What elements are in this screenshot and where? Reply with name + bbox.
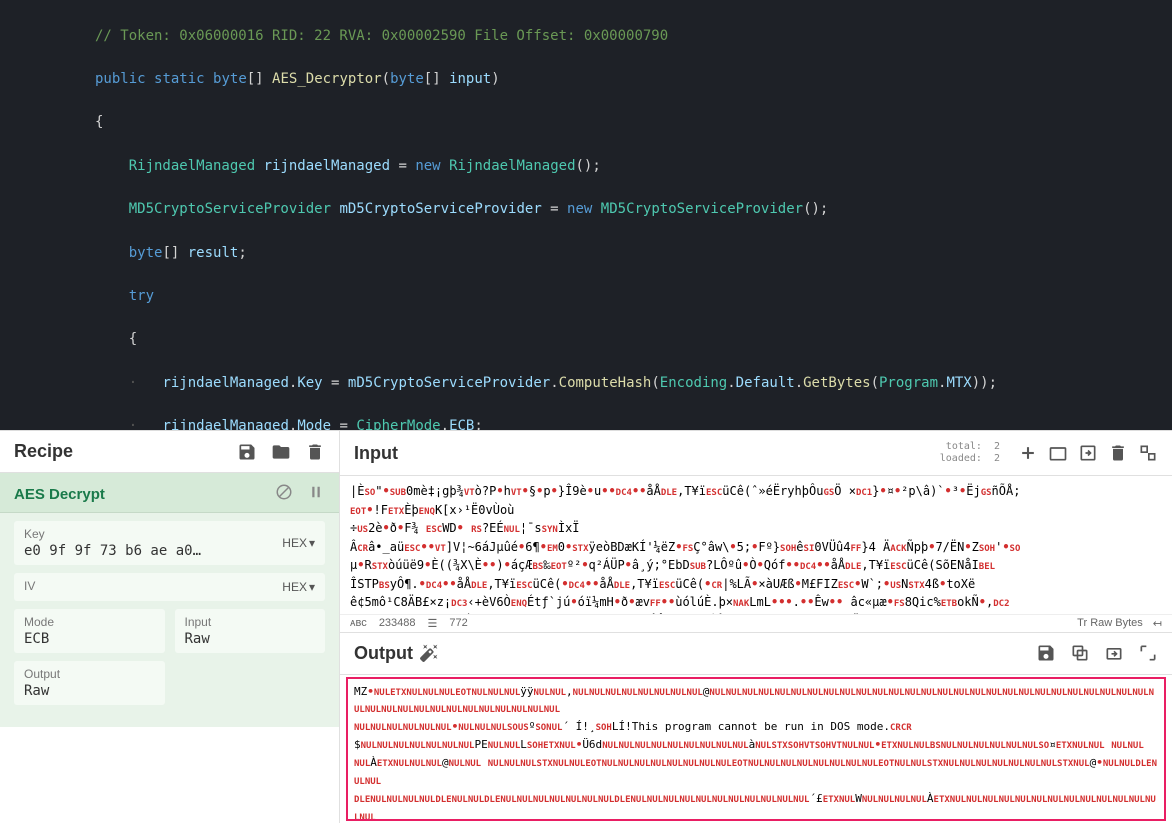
lines-icon: ☰ <box>428 617 438 630</box>
input-section: Input total: 2 loaded: 2 |ÈSO"•SUB0mè‡¡g… <box>340 431 1172 633</box>
output-data[interactable]: MZ•NULETXNULNULNULEOTNULNULNULÿÿNULNUL,N… <box>346 677 1166 821</box>
input-title: Input <box>354 443 398 464</box>
line-wrap-icon[interactable]: ↤ <box>1153 617 1162 630</box>
char-count: 233488 <box>379 617 416 629</box>
save-output-icon[interactable] <box>1036 643 1056 663</box>
operation-aes-decrypt[interactable]: AES Decrypt <box>0 473 339 513</box>
recipe-panel: Recipe AES Decrypt Key e0 9f 9f <box>0 431 340 823</box>
pause-icon[interactable] <box>307 483 325 506</box>
maximize-icon[interactable] <box>1138 443 1158 463</box>
output-section: Output MZ•NULETXNULNULNULEOTNULNULNULÿÿN… <box>340 633 1172 823</box>
open-file-icon[interactable] <box>1078 443 1098 463</box>
input-status-bar: ᴀʙᴄ 233488 ☰ 772 Tr Raw Bytes ↤ <box>340 614 1172 632</box>
folder-icon[interactable] <box>271 442 291 462</box>
input-data[interactable]: |ÈSO"•SUB0mè‡¡gþ¾VTò?P•hVT•§•p•}Î9è•u••D… <box>340 476 1172 614</box>
mode-field[interactable]: Mode ECB <box>14 609 165 653</box>
clear-input-icon[interactable] <box>1108 443 1128 463</box>
raw-bytes-label[interactable]: Tr Raw Bytes <box>1077 617 1143 629</box>
open-folder-icon[interactable] <box>1048 443 1068 463</box>
input-stats: total: 2 loaded: 2 <box>940 441 1000 465</box>
key-field[interactable]: Key e0 9f 9f 73 b6 ae a0… HEX▾ <box>14 521 325 565</box>
code-editor: // Token: 0x06000016 RID: 22 RVA: 0x0000… <box>0 0 1172 430</box>
input-type-field[interactable]: Input Raw <box>175 609 326 653</box>
code-comment: // Token: 0x06000016 RID: 22 RVA: 0x0000… <box>95 28 668 44</box>
operation-name: AES Decrypt <box>14 486 105 503</box>
recipe-title: Recipe <box>14 441 73 462</box>
output-type-field[interactable]: Output Raw <box>14 661 165 705</box>
chevron-down-icon: ▾ <box>309 536 315 550</box>
chevron-down-icon: ▾ <box>309 580 315 594</box>
key-format-dropdown[interactable]: HEX▾ <box>282 536 315 550</box>
copy-icon[interactable] <box>1070 643 1090 663</box>
move-output-icon[interactable] <box>1104 643 1124 663</box>
cyberchef-app: Recipe AES Decrypt Key e0 9f 9f <box>0 430 1172 823</box>
output-title: Output <box>354 643 413 664</box>
add-tab-icon[interactable] <box>1018 443 1038 463</box>
magic-icon[interactable] <box>419 643 439 663</box>
abc-indicator: ᴀʙᴄ <box>350 617 367 629</box>
iv-field[interactable]: IV HEX▾ <box>14 573 325 601</box>
maximize-output-icon[interactable] <box>1138 643 1158 663</box>
save-icon[interactable] <box>237 442 257 462</box>
disable-icon[interactable] <box>275 483 293 506</box>
trash-icon[interactable] <box>305 442 325 462</box>
line-count: 772 <box>449 617 467 629</box>
io-panel: Input total: 2 loaded: 2 |ÈSO"•SUB0mè‡¡g… <box>340 431 1172 823</box>
operation-fields: Key e0 9f 9f 73 b6 ae a0… HEX▾ IV HEX▾ <box>0 513 339 727</box>
iv-format-dropdown[interactable]: HEX▾ <box>282 580 315 594</box>
